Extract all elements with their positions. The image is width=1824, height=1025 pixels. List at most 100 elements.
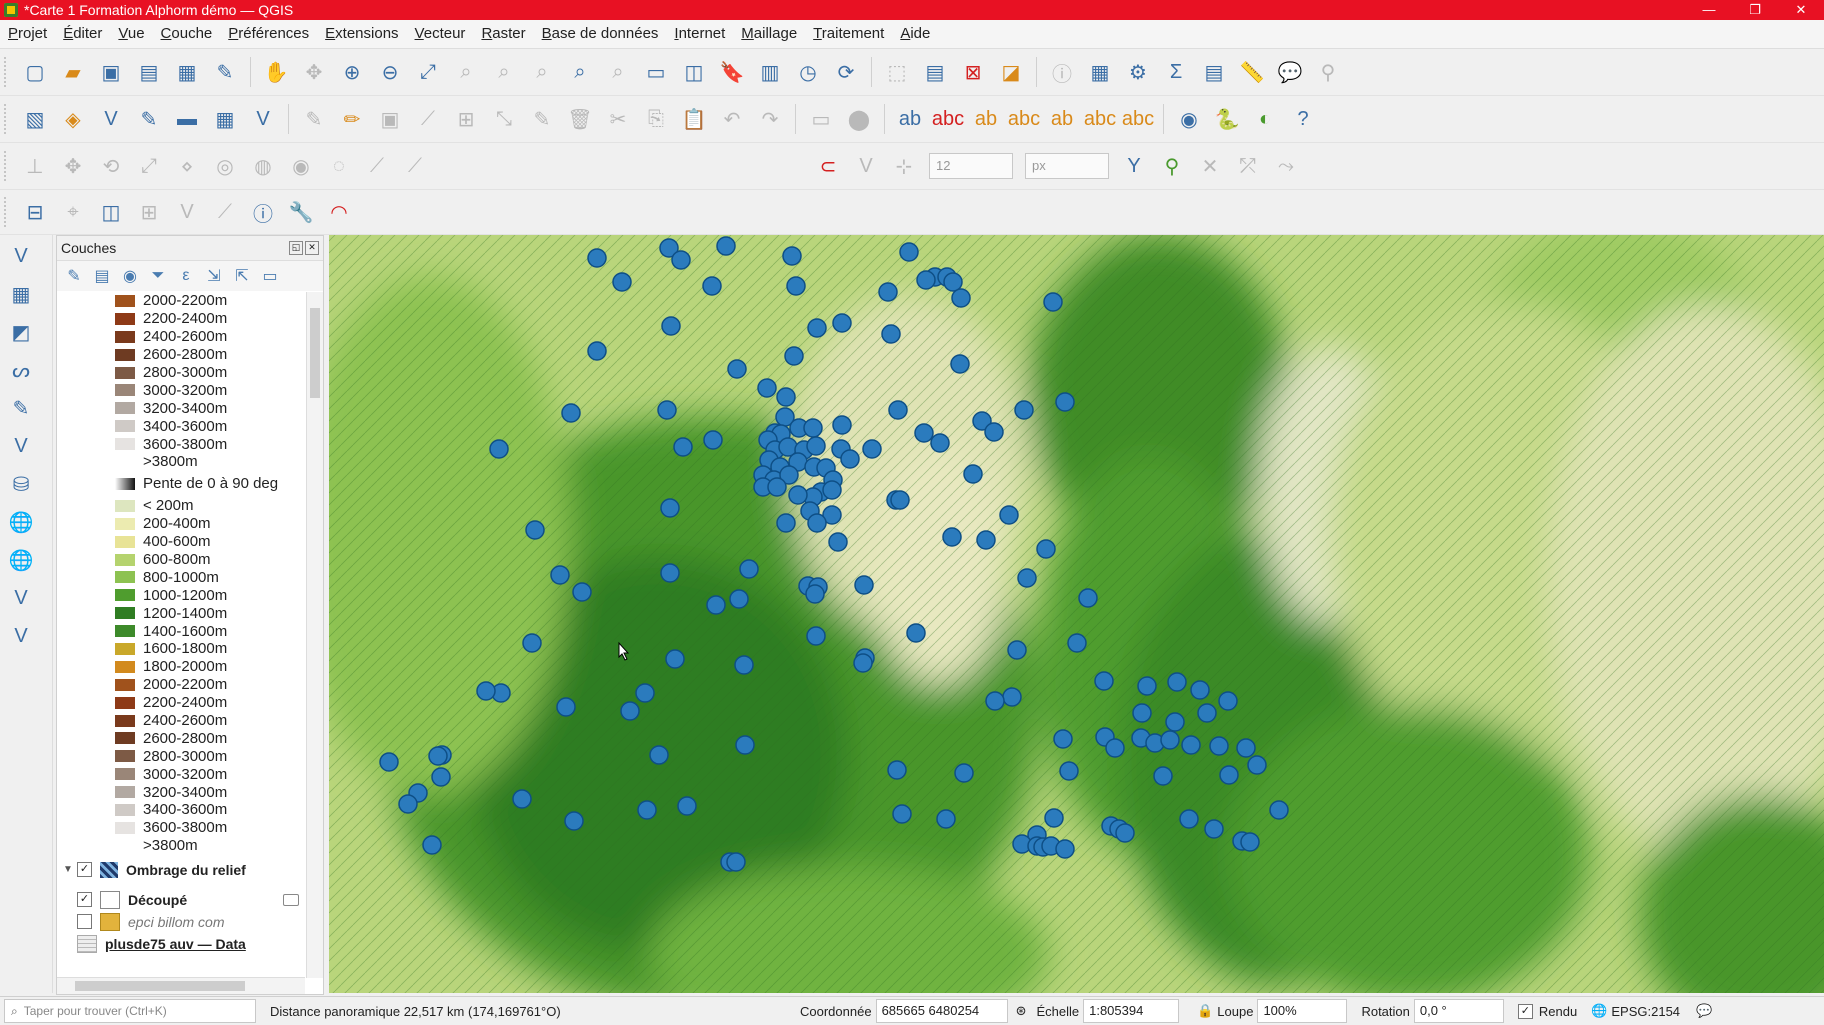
snapping-intersection-icon[interactable]: ⚲	[1156, 150, 1188, 182]
rotate-feature-icon[interactable]: ⟲	[95, 150, 127, 182]
map-point[interactable]	[1165, 712, 1185, 732]
map-point[interactable]	[1197, 703, 1217, 723]
toolbar-handle[interactable]	[4, 104, 12, 134]
decorations-icon[interactable]: ⚲	[1312, 56, 1344, 88]
new-shapefile-layer-icon[interactable]: V	[95, 103, 127, 135]
snapping-magnet-icon[interactable]: ⊂	[812, 150, 844, 182]
save-layer-edits-icon[interactable]: ▣	[374, 103, 406, 135]
add-ring-icon[interactable]: ◎	[209, 150, 241, 182]
messages-icon[interactable]: 💬	[1696, 1003, 1712, 1019]
map-render[interactable]	[329, 235, 1824, 993]
change-label-icon[interactable]: abc	[1122, 103, 1154, 135]
processing-toolbox-icon[interactable]: ⚙	[1122, 56, 1154, 88]
new-print-layout-icon[interactable]: ▤	[133, 56, 165, 88]
show-bookmarks-icon[interactable]: ▥	[754, 56, 786, 88]
map-point[interactable]	[832, 313, 852, 333]
map-point[interactable]	[803, 418, 823, 438]
toolbar-handle[interactable]	[4, 57, 12, 87]
map-point[interactable]	[757, 378, 777, 398]
map-point[interactable]	[1115, 823, 1135, 843]
select-features-icon[interactable]: ⬚	[881, 56, 913, 88]
map-point[interactable]	[657, 400, 677, 420]
map-point[interactable]	[1160, 730, 1180, 750]
layer-visibility-checkbox[interactable]	[77, 914, 92, 930]
map-point[interactable]	[1269, 800, 1289, 820]
menu-couche[interactable]: Couche	[153, 20, 221, 48]
scale-feature-icon[interactable]: ⤢	[133, 150, 165, 182]
map-point[interactable]	[806, 626, 826, 646]
add-feature-icon[interactable]: ⟋	[412, 103, 444, 135]
add-group-icon[interactable]: ▤	[91, 266, 113, 286]
toolbar-handle[interactable]	[4, 151, 12, 181]
map-point[interactable]	[726, 852, 746, 872]
map-point[interactable]	[807, 318, 827, 338]
map-point[interactable]	[716, 236, 736, 256]
pan-to-selection-icon[interactable]: ✥	[298, 56, 330, 88]
map-point[interactable]	[735, 735, 755, 755]
identify-features-icon[interactable]: ⓘ	[1046, 56, 1078, 88]
map-point[interactable]	[1190, 680, 1210, 700]
map-point[interactable]	[379, 752, 399, 772]
deselect-all-icon[interactable]: ⊠	[957, 56, 989, 88]
map-point[interactable]	[1218, 691, 1238, 711]
map-point[interactable]	[828, 532, 848, 552]
map-point[interactable]	[1236, 738, 1256, 758]
zoom-last-icon[interactable]: ⌕	[564, 56, 596, 88]
map-point[interactable]	[1053, 729, 1073, 749]
map-point[interactable]	[806, 436, 826, 456]
map-point[interactable]	[862, 439, 882, 459]
map-point[interactable]	[702, 276, 722, 296]
add-vector-layer-icon[interactable]: V	[247, 103, 279, 135]
layer-diagram-icon[interactable]: abc	[932, 103, 964, 135]
add-mesh-layer-icon[interactable]: ◩	[4, 315, 38, 349]
map-point[interactable]	[587, 248, 607, 268]
temporal-controller-icon[interactable]: ◷	[792, 56, 824, 88]
new-map-view-icon[interactable]: ▭	[640, 56, 672, 88]
zoom-in-icon[interactable]: ⊕	[336, 56, 368, 88]
map-point[interactable]	[878, 282, 898, 302]
map-point[interactable]	[1094, 671, 1114, 691]
edit-attributes-icon[interactable]: ✎	[526, 103, 558, 135]
copy-features-icon[interactable]: ⎘	[640, 103, 672, 135]
map-point[interactable]	[677, 796, 697, 816]
style-manager-icon[interactable]: ✎	[209, 56, 241, 88]
map-point[interactable]	[561, 403, 581, 423]
map-point[interactable]	[637, 800, 657, 820]
add-wfs-icon[interactable]: V	[4, 581, 38, 615]
map-point[interactable]	[1167, 672, 1187, 692]
slope-layer-legend[interactable]: Pente de 0 à 90 deg	[57, 471, 305, 497]
paste-features-icon[interactable]: 📋	[678, 103, 710, 135]
open-project-icon[interactable]: ▰	[57, 56, 89, 88]
crosshair-icon[interactable]: ⌖	[57, 196, 89, 228]
zoom-full-icon[interactable]: ⤢	[412, 56, 444, 88]
zoom-next-icon[interactable]: ⌕	[602, 56, 634, 88]
map-point[interactable]	[853, 653, 873, 673]
menu-vecteur[interactable]: Vecteur	[407, 20, 474, 48]
zoom-out-icon[interactable]: ⊖	[374, 56, 406, 88]
open-layer-styling-icon[interactable]: ✎	[63, 266, 85, 286]
map-point[interactable]	[706, 595, 726, 615]
show-hide-labels-icon[interactable]: abc	[1008, 103, 1040, 135]
map-point[interactable]	[1007, 640, 1027, 660]
map-point[interactable]	[881, 324, 901, 344]
map-point[interactable]	[782, 246, 802, 266]
map-point[interactable]	[1209, 736, 1229, 756]
map-point[interactable]	[942, 527, 962, 547]
menu-extensions[interactable]: Extensions	[317, 20, 406, 48]
attribute-table-icon[interactable]: ▤	[1198, 56, 1230, 88]
layer-plusde75-auv-data[interactable]: plusde75 auv — Data	[57, 933, 305, 955]
trace-icon[interactable]: ⤱	[1232, 150, 1264, 182]
map-point[interactable]	[660, 563, 680, 583]
map-point[interactable]	[512, 789, 532, 809]
georef-vector-icon[interactable]: V	[171, 196, 203, 228]
vertex-tool-icon[interactable]: ⊞	[450, 103, 482, 135]
locator-search[interactable]: ⌕ Taper pour trouver (Ctrl+K)	[4, 999, 256, 1023]
self-snapping-icon[interactable]: ⤳	[1270, 150, 1302, 182]
add-part-icon[interactable]: ◍	[247, 150, 279, 182]
redo-icon[interactable]: ↷	[754, 103, 786, 135]
map-point[interactable]	[587, 341, 607, 361]
map-point[interactable]	[564, 811, 584, 831]
scrollbar-thumb[interactable]	[310, 308, 320, 398]
map-point[interactable]	[734, 655, 754, 675]
snapping-layers-icon[interactable]: V	[850, 150, 882, 182]
